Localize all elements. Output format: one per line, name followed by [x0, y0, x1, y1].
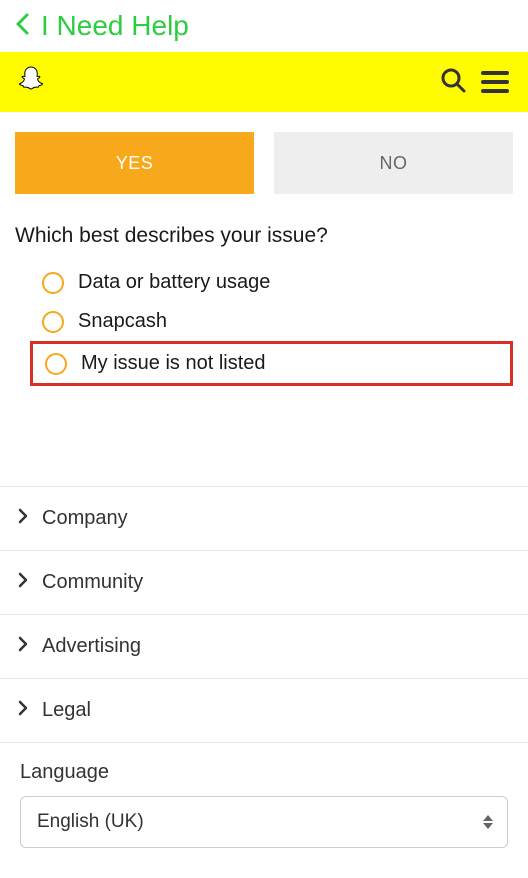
radio-icon: [45, 353, 67, 375]
radio-icon: [42, 311, 64, 333]
yes-button[interactable]: YES: [15, 132, 254, 194]
language-section: Language English (UK): [0, 743, 528, 878]
question-text: Which best describes your issue?: [0, 209, 528, 263]
footer-link-company[interactable]: Company: [0, 487, 528, 551]
language-select[interactable]: English (UK): [20, 796, 508, 848]
option-data-battery[interactable]: Data or battery usage: [30, 263, 513, 302]
snapchat-logo-icon[interactable]: [15, 64, 47, 101]
language-label: Language: [20, 761, 508, 784]
no-button[interactable]: NO: [274, 132, 513, 194]
option-label: Data or battery usage: [78, 271, 270, 294]
option-snapcash[interactable]: Snapcash: [30, 302, 513, 341]
footer-link-label: Advertising: [42, 635, 141, 658]
back-icon[interactable]: [15, 13, 29, 40]
app-header: [0, 52, 528, 112]
top-bar: I Need Help: [0, 0, 528, 52]
search-icon[interactable]: [439, 66, 467, 99]
hamburger-menu-icon[interactable]: [477, 67, 513, 97]
option-label: Snapcash: [78, 310, 167, 333]
footer-link-label: Legal: [42, 699, 91, 722]
issue-options: Data or battery usage Snapcash My issue …: [0, 263, 528, 426]
language-value: English (UK): [37, 811, 144, 833]
footer-link-advertising[interactable]: Advertising: [0, 615, 528, 679]
chevron-right-icon: [18, 699, 28, 722]
option-label: My issue is not listed: [81, 352, 266, 375]
chevron-right-icon: [18, 635, 28, 658]
footer-link-label: Community: [42, 571, 143, 594]
footer-link-label: Company: [42, 507, 128, 530]
sort-arrows-icon: [483, 815, 493, 829]
radio-icon: [42, 272, 64, 294]
chevron-right-icon: [18, 507, 28, 530]
footer: Company Community Advertising Legal Lang…: [0, 486, 528, 878]
footer-link-legal[interactable]: Legal: [0, 679, 528, 743]
footer-link-community[interactable]: Community: [0, 551, 528, 615]
chevron-right-icon: [18, 571, 28, 594]
page-title: I Need Help: [41, 10, 189, 42]
option-not-listed[interactable]: My issue is not listed: [30, 341, 513, 386]
yes-no-row: YES NO: [0, 117, 528, 209]
